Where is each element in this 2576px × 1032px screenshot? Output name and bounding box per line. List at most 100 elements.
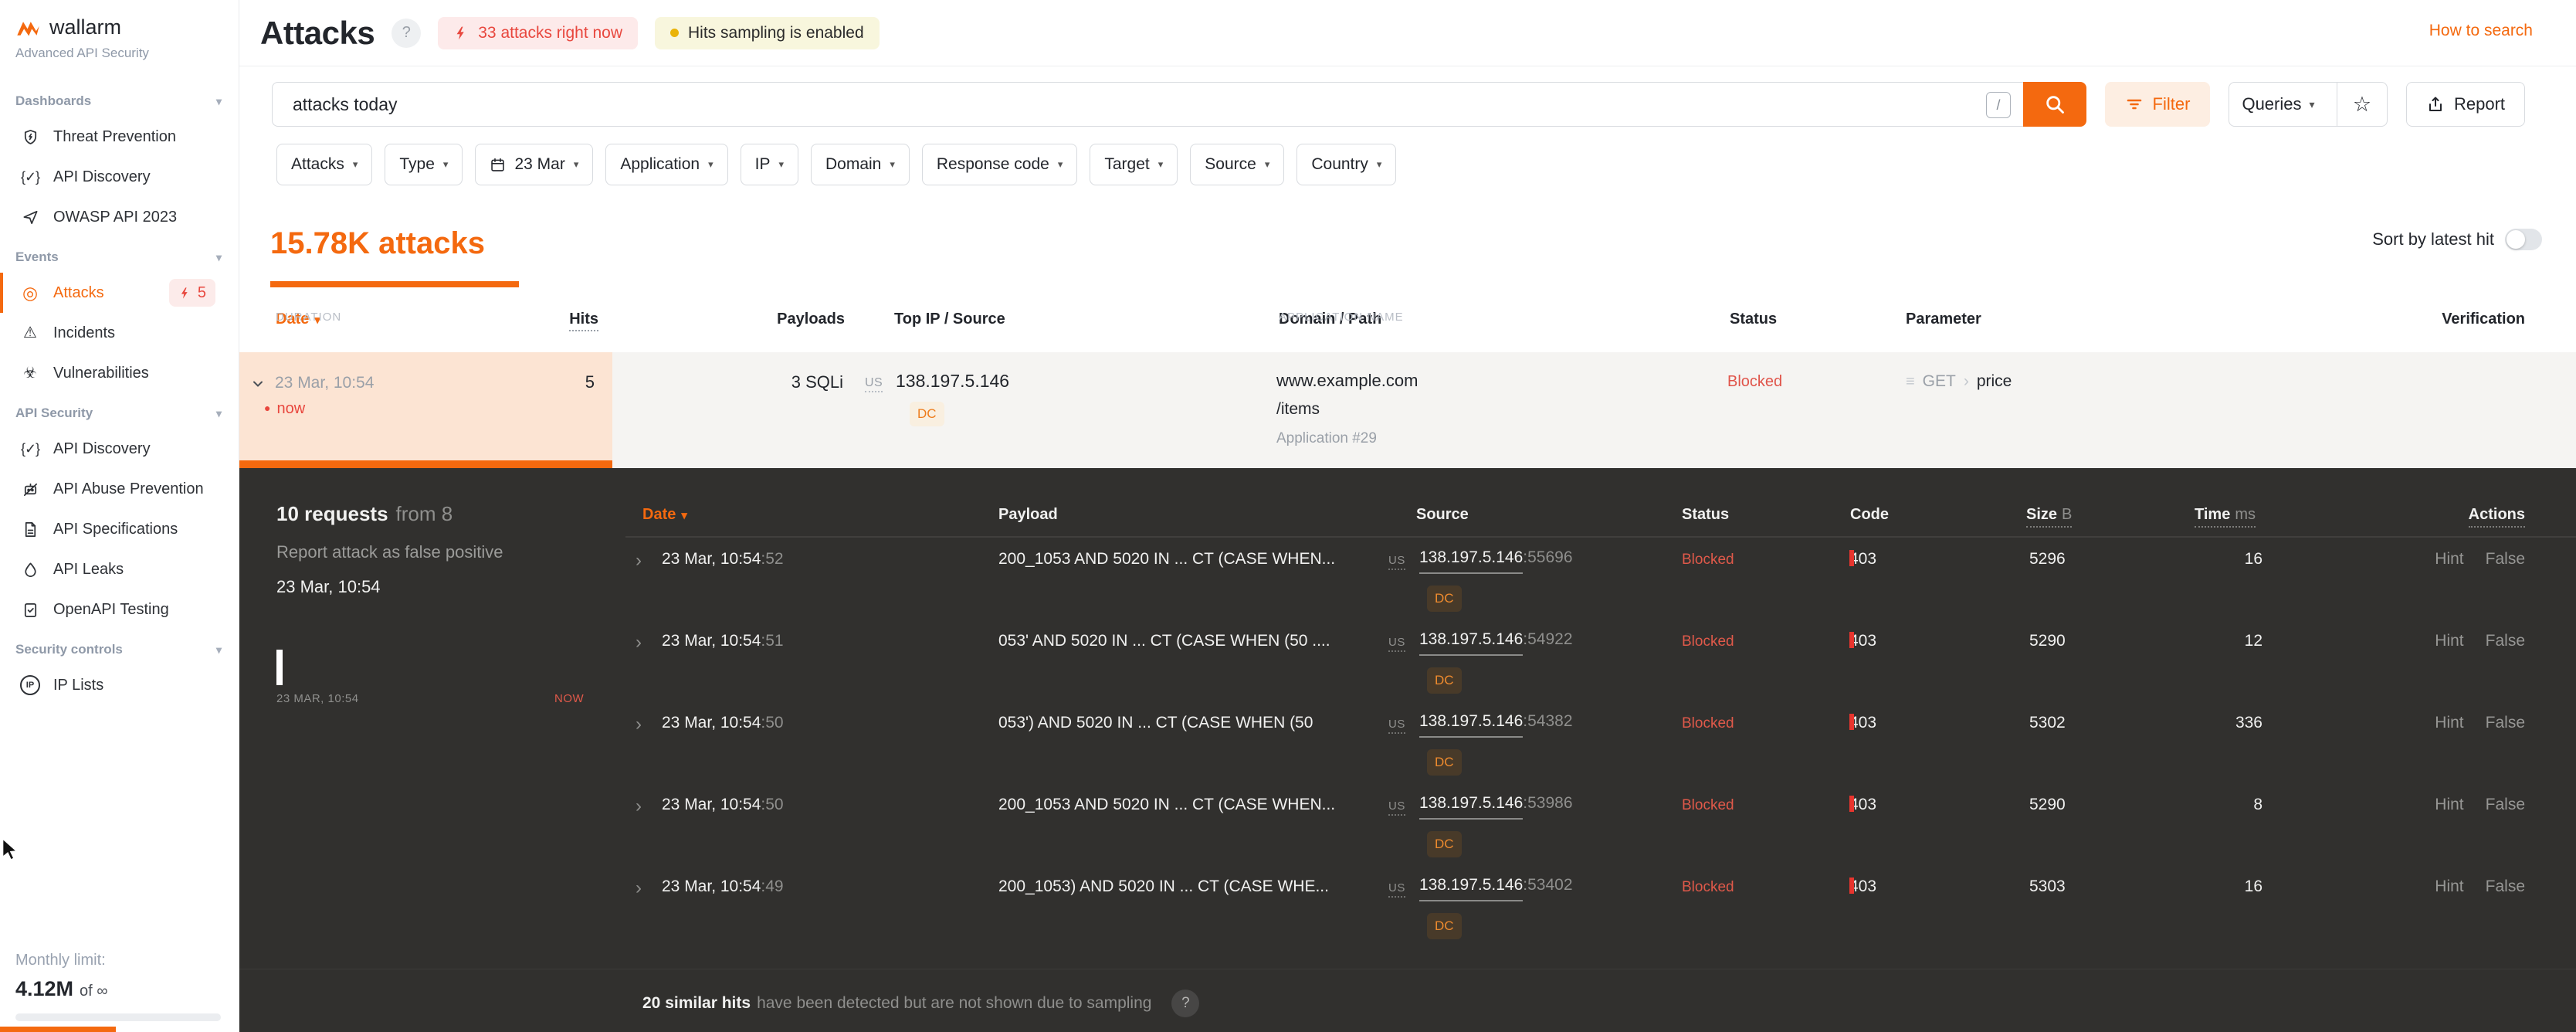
col-verification: Verification (2442, 311, 2525, 328)
col-hit-actions[interactable]: Actions (2371, 506, 2525, 528)
datacenter-tag[interactable]: DC (1427, 749, 1462, 776)
filter-chip-response-code[interactable]: Response code (921, 144, 1078, 185)
hit-source-ip[interactable]: 138.197.5.146:53986 (1419, 794, 1573, 820)
hit-row[interactable]: › 23 Mar, 10:54:51 053' AND 5020 IN ... CT… (239, 620, 2576, 701)
sidebar-item-owasp-api-2023[interactable]: OWASP API 2023 (0, 197, 239, 237)
filter-chip-target[interactable]: Target (1090, 144, 1178, 185)
col-hit-date[interactable]: Date (642, 506, 687, 524)
sidebar-item-api-leaks[interactable]: API Leaks (0, 549, 239, 589)
infinity-icon: ∞ (97, 983, 108, 1000)
attack-details-panel: 10 requests from 8 Report attack as false… (239, 468, 2576, 1032)
hit-payload[interactable]: 200_1053 AND 5020 IN ... CT (CASE WHEN..… (998, 796, 1335, 814)
datacenter-tag[interactable]: DC (1427, 913, 1462, 939)
help-icon[interactable]: ? (391, 18, 422, 48)
sidebar-item-api-abuse-prevention[interactable]: API Abuse Prevention (0, 469, 239, 509)
sort-toggle[interactable] (2505, 229, 2542, 250)
hint-action[interactable]: Hint (2435, 796, 2463, 813)
hint-action[interactable]: Hint (2435, 714, 2463, 732)
chevron-right-icon[interactable]: › (636, 796, 642, 817)
sidebar-item-vulnerabilities[interactable]: ☣ Vulnerabilities (0, 353, 239, 393)
sidebar-item-attacks[interactable]: ◎ Attacks 5 (0, 273, 239, 313)
list-icon: ≡ (1906, 373, 1915, 390)
filter-chip-ip[interactable]: IP (740, 144, 798, 185)
sidebar-item-ip-lists[interactable]: IP IP Lists (0, 665, 239, 705)
hit-source-ip[interactable]: 138.197.5.146:54382 (1419, 712, 1573, 738)
monthly-limit-progress (15, 1013, 221, 1021)
sidebar-item-openapi-testing[interactable]: OpenAPI Testing (0, 589, 239, 630)
datacenter-tag[interactable]: DC (1427, 667, 1462, 694)
chevron-right-icon[interactable]: › (636, 550, 642, 572)
country-tag[interactable]: US (865, 376, 883, 392)
sidebar-item-api-discovery[interactable]: {✓} API Discovery (0, 429, 239, 469)
search-button[interactable] (2023, 82, 2086, 127)
chevron-right-icon[interactable]: › (636, 632, 642, 653)
filter-chip-source[interactable]: Source (1190, 144, 1285, 185)
hit-row[interactable]: › 23 Mar, 10:54:50 200_1053 AND 5020 IN ..… (239, 783, 2576, 865)
hit-response-code: 403 (1849, 878, 1877, 895)
wallarm-logo[interactable]: wallarm (0, 0, 239, 39)
datacenter-tag[interactable]: DC (910, 402, 944, 426)
code-bar-icon (1849, 796, 1854, 812)
slash-shortcut-icon: / (1986, 92, 2011, 118)
sidebar-item-incidents[interactable]: ⚠ Incidents (0, 313, 239, 353)
search-input[interactable] (272, 82, 2023, 127)
col-hits[interactable]: Hits (521, 311, 598, 331)
col-hit-size[interactable]: Size B (2026, 506, 2073, 528)
clipboard-icon (19, 601, 42, 619)
hint-action[interactable]: Hint (2435, 550, 2463, 568)
lightning-icon (456, 26, 464, 39)
false-action[interactable]: False (2486, 632, 2525, 650)
hit-source-ip[interactable]: 138.197.5.146:54922 (1419, 630, 1573, 656)
chevron-right-icon[interactable]: › (636, 878, 642, 899)
favorite-star-button[interactable]: ☆ (2337, 83, 2387, 126)
sidebar-item-threat-prevention[interactable]: Threat Prevention (0, 117, 239, 157)
filter-chip-type[interactable]: Type (385, 144, 463, 185)
sidebar-item-api-specifications[interactable]: API Specifications (0, 509, 239, 549)
col-hit-time[interactable]: Time ms (2195, 506, 2256, 528)
filter-chip-application[interactable]: Application (605, 144, 728, 185)
wallarm-logo-icon (17, 21, 39, 36)
section-header-api-security[interactable]: API Security (0, 393, 239, 429)
hit-payload[interactable]: 200_1053 AND 5020 IN ... CT (CASE WHEN..… (998, 550, 1335, 569)
chevron-down-icon[interactable] (250, 376, 266, 392)
section-header-events[interactable]: Events (0, 237, 239, 273)
attack-payloads[interactable]: 3 SQLi (689, 372, 843, 392)
hit-actions: Hint False (2340, 714, 2525, 732)
hit-payload[interactable]: 200_1053) AND 5020 IN ... CT (CASE WHE..… (998, 878, 1329, 896)
filter-chip-country[interactable]: Country (1296, 144, 1397, 185)
report-button[interactable]: Report (2406, 82, 2525, 127)
datacenter-tag[interactable]: DC (1427, 586, 1462, 612)
filter-button[interactable]: Filter (2105, 82, 2210, 127)
hint-action[interactable]: Hint (2435, 878, 2463, 895)
queries-button[interactable]: Queries ▾ (2229, 83, 2327, 126)
how-to-search-link[interactable]: How to search (2429, 22, 2533, 40)
false-action[interactable]: False (2486, 550, 2525, 568)
hit-payload[interactable]: 053') AND 5020 IN ... CT (CASE WHEN (50 (998, 714, 1313, 732)
false-action[interactable]: False (2486, 714, 2525, 732)
attacks-now-badge[interactable]: 33 attacks right now (438, 16, 639, 49)
hit-source-ip[interactable]: 138.197.5.146:53402 (1419, 876, 1573, 901)
hit-source-ip[interactable]: 138.197.5.146:55696 (1419, 548, 1573, 574)
hit-payload[interactable]: 053' AND 5020 IN ... CT (CASE WHEN (50 .… (998, 632, 1330, 650)
false-action[interactable]: False (2486, 878, 2525, 895)
hit-row[interactable]: › 23 Mar, 10:54:50 053') AND 5020 IN ... C… (239, 701, 2576, 783)
sidebar-item-api-discovery[interactable]: {✓} API Discovery (0, 157, 239, 197)
section-header-security-controls[interactable]: Security controls (0, 630, 239, 665)
question-icon[interactable]: ? (1171, 990, 1200, 1017)
filter-chip-attacks[interactable]: Attacks (276, 144, 373, 185)
attack-row[interactable]: 23 Mar, 10:54 now 5 3 SQLi US 138.197.5.… (239, 352, 2576, 468)
hint-action[interactable]: Hint (2435, 632, 2463, 650)
hit-row[interactable]: › 23 Mar, 10:54:49 200_1053) AND 5020 IN .… (239, 865, 2576, 947)
attacks-count-tab[interactable]: 15.78K attacks (270, 226, 485, 261)
attack-ip[interactable]: 138.197.5.146 (896, 371, 1009, 392)
filter-chip-domain[interactable]: Domain (810, 144, 910, 185)
chip-label: IP (754, 155, 771, 173)
hit-row[interactable]: › 23 Mar, 10:54:52 200_1053 AND 5020 IN ..… (239, 538, 2576, 620)
filter-chips-row: Attacks Type 23 Mar Application IP Domain Resp… (276, 144, 1397, 185)
drop-icon (19, 561, 42, 579)
filter-chip-23-mar[interactable]: 23 Mar (475, 144, 594, 185)
false-action[interactable]: False (2486, 796, 2525, 813)
datacenter-tag[interactable]: DC (1427, 831, 1462, 857)
section-header-dashboards[interactable]: Dashboards (0, 81, 239, 117)
chevron-right-icon[interactable]: › (636, 714, 642, 735)
